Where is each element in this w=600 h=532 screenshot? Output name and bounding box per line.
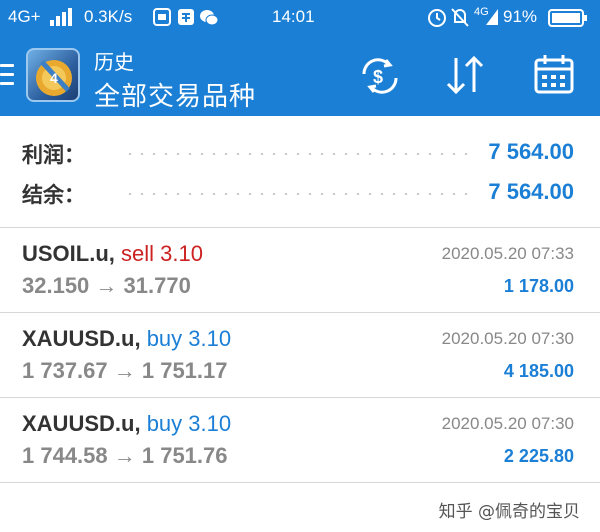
- trade-row[interactable]: XAUUSD.u, buy 3.10 1 744.58 → 1 751.76 2…: [0, 398, 600, 483]
- profit-value: 7 564.00: [488, 139, 574, 164]
- app-notification-icon: [178, 9, 194, 25]
- app-logo[interactable]: 4: [26, 48, 80, 102]
- profit-label: 利润：: [22, 143, 85, 167]
- currency-exchange-icon[interactable]: $: [356, 52, 404, 98]
- signal-icon: [50, 8, 72, 26]
- network-type: 4G+: [8, 7, 41, 26]
- trade-action: buy 3.10: [146, 411, 232, 436]
- network-speed: 0.3K/s: [84, 7, 133, 26]
- trade-prices: 1 737.67 → 1 751.17: [22, 358, 228, 383]
- signal-icon-secondary: [486, 9, 498, 25]
- trade-action: sell 3.10: [121, 241, 203, 266]
- dotted-leader: [124, 193, 470, 195]
- trade-prices: 32.150 → 31.770: [22, 273, 191, 298]
- mute-icon: [451, 8, 469, 27]
- sort-icon[interactable]: [442, 52, 490, 98]
- svg-text:4: 4: [50, 70, 58, 86]
- trade-profit: 1 178.00: [503, 276, 574, 296]
- battery-percent: 91%: [503, 7, 538, 26]
- trade-profit: 2 225.80: [503, 446, 574, 466]
- menu-icon[interactable]: [0, 64, 14, 88]
- trade-action: buy 3.10: [146, 326, 232, 351]
- wechat-icon: [200, 10, 219, 26]
- page-title: 全部交易品种: [94, 82, 257, 112]
- trade-profit: 4 185.00: [503, 361, 574, 381]
- app-bar: 4 历史 全部交易品种 $: [0, 34, 600, 116]
- alarm-icon: [428, 9, 446, 27]
- trade-symbol: USOIL.u,: [22, 241, 115, 266]
- trade-time: 2020.05.20 07:33: [441, 244, 574, 263]
- trade-symbol: XAUUSD.u,: [22, 411, 141, 436]
- trade-row[interactable]: XAUUSD.u, buy 3.10 1 737.67 → 1 751.17 2…: [0, 313, 600, 398]
- trade-time: 2020.05.20 07:30: [441, 414, 574, 433]
- battery-icon: [548, 9, 587, 27]
- balance-row: 结余： 7 564.00: [0, 173, 600, 213]
- balance-value: 7 564.00: [488, 179, 574, 204]
- trade-row[interactable]: USOIL.u, sell 3.10 32.150 → 31.770 2020.…: [0, 228, 600, 313]
- trade-time: 2020.05.20 07:30: [441, 329, 574, 348]
- trade-symbol: XAUUSD.u,: [22, 326, 141, 351]
- page-subtitle: 历史: [94, 50, 134, 74]
- trade-prices: 1 744.58 → 1 751.76: [22, 443, 228, 468]
- status-bar: 4G+ 0.3K/s 14:01 4G 91%: [0, 0, 600, 34]
- notification-icon: [153, 8, 171, 26]
- dotted-leader: [124, 153, 470, 155]
- balance-label: 结余：: [22, 183, 85, 207]
- watermark: 知乎 @佩奇的宝贝: [438, 502, 580, 522]
- calendar-icon[interactable]: [530, 52, 578, 98]
- profit-row: 利润： 7 564.00: [0, 133, 600, 173]
- clock: 14:01: [272, 7, 315, 26]
- svg-text:$: $: [373, 67, 383, 87]
- summary-panel: 利润： 7 564.00 结余： 7 564.00: [0, 116, 600, 228]
